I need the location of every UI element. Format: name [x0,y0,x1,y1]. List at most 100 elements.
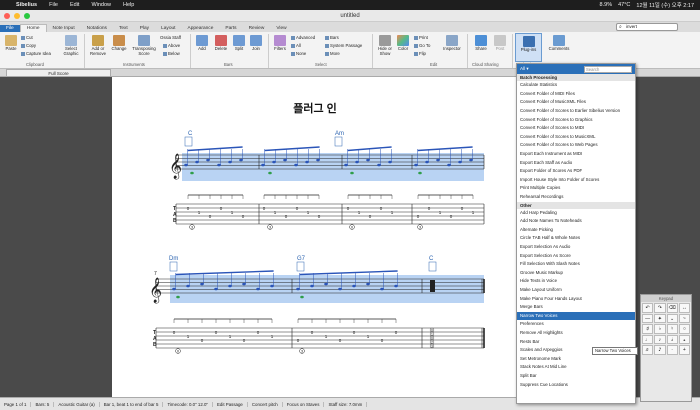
select-all-button[interactable]: All [291,43,301,48]
plugin-item[interactable]: Convert Folder of Scores to Graphics [517,116,635,125]
tab-fret[interactable]: 0 [461,206,464,211]
ossia-below-button[interactable]: Below [163,51,180,56]
plugin-item[interactable]: Convert Folder of Scores to MIDI [517,124,635,133]
plugin-item[interactable]: Hide Texts in Voice [517,277,635,286]
note-head[interactable] [394,284,398,288]
plugin-item[interactable]: Remove All Highlights [517,329,635,338]
tab-parts[interactable]: Parts [219,25,242,32]
note-head[interactable] [206,158,210,162]
plugin-item[interactable]: Set Metronome Mark [517,355,635,364]
select-bars-button[interactable]: Bars [325,35,339,40]
note-head[interactable] [366,282,370,286]
menu-app[interactable]: Sibelius [10,2,43,8]
plugin-item[interactable]: Convert Folder of Scores to MusicXML [517,133,635,142]
tab-fret[interactable]: 1 [231,210,234,215]
tab-notations[interactable]: Notations [81,25,113,32]
tab-fret[interactable]: 0 [296,206,299,211]
bass-note-head[interactable] [176,295,180,299]
tab-fret[interactable]: 0 [450,214,453,219]
paste-button[interactable]: Paste [3,35,19,52]
tab-fret[interactable]: 1 [307,210,310,215]
note-head[interactable] [242,282,246,286]
keypad-key[interactable]: + [678,345,690,355]
select-graphic-button[interactable]: Select Graphic [60,35,82,56]
tab-fret[interactable]: 0 [395,330,398,335]
tab-appearance[interactable]: Appearance [182,25,220,32]
plugin-item[interactable]: Stack Notes At Mid Line [517,363,635,372]
tab-fret[interactable]: 0 [353,330,356,335]
chord-symbol[interactable]: G7 [296,256,306,272]
note-head[interactable] [239,158,243,162]
tab-fret[interactable]: 0 [347,206,350,211]
plugin-item[interactable]: Convert Folder of MusicXML Files [517,98,635,107]
keypad-key[interactable]: 𝅗𝅥 [666,334,678,345]
plugin-item[interactable]: Add Note Names To Noteheads [517,217,635,226]
note-head[interactable] [316,158,320,162]
plugin-item[interactable]: Rests Bar [517,338,635,347]
bass-note-head[interactable] [300,295,304,299]
change-instrument-button[interactable]: Change [110,35,128,52]
tab-fret[interactable]: 0 [173,330,176,335]
plugin-item[interactable]: Export Folder of Scores As PDF [517,167,635,176]
note-head[interactable] [172,287,176,291]
tab-text[interactable]: Text [113,25,134,32]
keypad-key[interactable]: ⌫ [666,303,678,313]
tab-fret[interactable]: 0 [297,338,300,343]
bass-note-head[interactable] [350,171,354,175]
tab-fret[interactable]: 0 [369,214,372,219]
keypad-key[interactable]: ♩ [642,334,654,345]
tab-fret[interactable]: 0 [428,206,431,211]
score-page[interactable]: 플러그 인 𝄞 C Am T A B 0 1 0 0 1 0 0 1 0 0 1… [112,77,518,397]
plugin-item[interactable]: Export Selection As Audio [517,243,635,252]
transposing-score-button[interactable]: Transposing Score [131,35,157,56]
comments-button[interactable]: Comments [545,35,573,52]
keypad-key[interactable]: ✦ [654,313,666,324]
note-head[interactable] [184,163,188,167]
note-head[interactable] [355,160,359,164]
keypad-key[interactable]: · [666,345,678,355]
note-head[interactable] [217,163,221,167]
note-head[interactable] [214,287,218,291]
keypad-key[interactable]: ♮ [666,324,678,334]
keypad-key[interactable]: ↶ [642,303,654,313]
tab-fret[interactable]: 1 [229,334,232,339]
ossia-staff-button[interactable]: Ossia Staff [160,35,181,40]
go-to-button[interactable]: Go To [414,43,430,48]
tab-fret[interactable]: 1 [391,210,394,215]
delete-bar-button[interactable]: Delete [212,35,230,52]
ossia-above-button[interactable]: Above [163,43,180,48]
note-head[interactable] [186,284,190,288]
chord-symbol[interactable]: Am [334,131,344,147]
score-canvas[interactable]: 플러그 인 𝄞 C Am T A B 010010010010010010010… [112,77,518,397]
plugin-item[interactable]: Make Piano Four Hands Layout [517,295,635,304]
tab-fret[interactable]: 0 [380,206,383,211]
keypad-key[interactable]: ♬ [642,345,654,355]
plugin-filter-input[interactable]: Search [584,65,632,73]
keypad-key[interactable]: ○ [678,324,690,334]
keypad-key[interactable]: — [642,313,654,324]
tab-play[interactable]: Play [134,25,155,32]
plugin-item[interactable]: Circle TAB Half & Whole Notes [517,234,635,243]
plugin-item[interactable]: Calculate Statistics [517,81,635,90]
tab-layout[interactable]: Layout [155,25,181,32]
note-head[interactable] [380,287,384,291]
join-bar-button[interactable]: Join [248,35,264,52]
menu-file[interactable]: File [43,2,64,8]
tab-view[interactable]: View [270,25,292,32]
tab-fret[interactable]: 1 [472,210,475,215]
tab-fret[interactable]: 1 [271,334,274,339]
full-score-tab[interactable]: Full Score [6,69,111,77]
tab-fret[interactable]: 0 [257,330,260,335]
tab-fret[interactable]: 0 [187,206,190,211]
tab-fret[interactable]: 1 [198,210,201,215]
note-head[interactable] [324,282,328,286]
note-head[interactable] [388,160,392,164]
note-head[interactable] [261,163,265,167]
bass-note-head[interactable] [418,171,422,175]
note-head[interactable] [366,158,370,162]
plugin-item[interactable]: Suppress Cue Locations [517,381,635,390]
note-head[interactable] [305,160,309,164]
note-head[interactable] [436,158,440,162]
tab-fret[interactable]: 0 [201,338,204,343]
chord-symbol[interactable]: C [428,256,437,272]
